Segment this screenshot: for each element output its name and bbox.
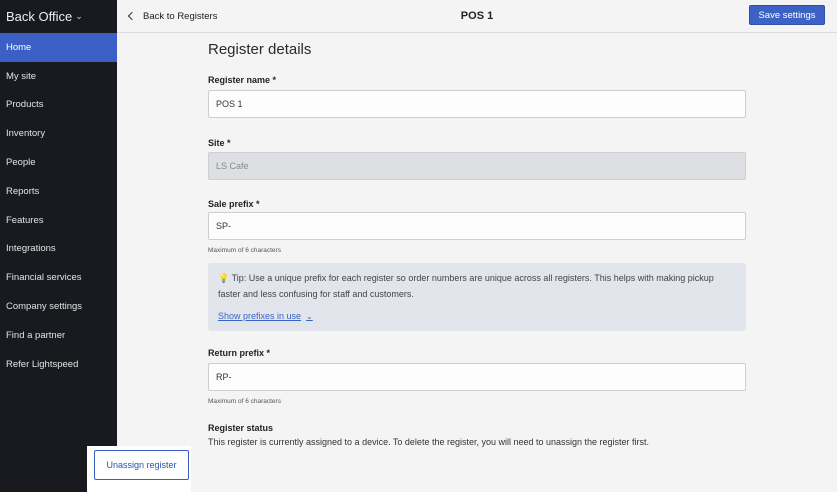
register-name-input[interactable]: POS 1 bbox=[208, 90, 746, 118]
section-heading: Register details bbox=[208, 41, 312, 58]
chevron-down-icon: ⌄ bbox=[75, 11, 83, 21]
main-content: Register details Register name * POS 1 S… bbox=[117, 33, 837, 492]
tip-text: 💡 Tip: Use a unique prefix for each regi… bbox=[218, 271, 738, 302]
brand-menu[interactable]: Back Office ⌄ bbox=[0, 0, 117, 33]
return-prefix-value: RP- bbox=[216, 372, 232, 382]
return-prefix-label: Return prefix * bbox=[208, 348, 271, 358]
sidebar-item-label: Home bbox=[6, 41, 32, 53]
register-status-label: Register status bbox=[208, 423, 274, 433]
sale-prefix-hint: Maximum of 6 characters bbox=[208, 247, 281, 254]
return-prefix-hint: Maximum of 6 characters bbox=[208, 398, 281, 405]
sidebar-item-products[interactable]: Products bbox=[0, 91, 117, 120]
page-title: POS 1 bbox=[460, 10, 494, 22]
sidebar-item-reports[interactable]: Reports bbox=[0, 177, 117, 206]
sidebar-item-label: Inventory bbox=[6, 128, 46, 140]
sidebar-item-label: Products bbox=[6, 99, 44, 111]
lightbulb-icon: 💡 bbox=[218, 273, 230, 283]
sidebar-item-people[interactable]: People bbox=[0, 148, 117, 177]
sidebar-item-label: Financial services bbox=[6, 272, 82, 284]
tip-message: Tip: Use a unique prefix for each regist… bbox=[218, 273, 714, 299]
chevron-down-icon: ⌄ bbox=[306, 311, 313, 321]
top-bar: POS 1 Back to Registers Save settings bbox=[117, 0, 837, 33]
sidebar-item-label: My site bbox=[6, 70, 37, 82]
sidebar-item-features[interactable]: Features bbox=[0, 206, 117, 235]
show-prefixes-link[interactable]: Show prefixes in use ⌄ bbox=[218, 311, 313, 321]
back-label: Back to Registers bbox=[143, 10, 218, 22]
return-prefix-input[interactable]: RP- bbox=[208, 363, 746, 391]
sidebar-item-inventory[interactable]: Inventory bbox=[0, 119, 117, 148]
sidebar-item-label: People bbox=[6, 157, 36, 169]
sidebar-item-label: Reports bbox=[6, 185, 40, 197]
sidebar-item-label: Refer Lightspeed bbox=[6, 358, 79, 370]
sidebar-item-company-settings[interactable]: Company settings bbox=[0, 292, 117, 321]
unassign-register-button[interactable]: Unassign register bbox=[94, 450, 189, 480]
chevron-left-icon bbox=[127, 11, 137, 21]
site-field: LS Cafe bbox=[208, 152, 746, 180]
save-settings-button[interactable]: Save settings bbox=[749, 5, 825, 25]
sidebar-item-find-a-partner[interactable]: Find a partner bbox=[0, 321, 117, 350]
site-label: Site * bbox=[208, 138, 231, 148]
register-name-label: Register name * bbox=[208, 75, 277, 85]
prefix-tip-box: 💡 Tip: Use a unique prefix for each regi… bbox=[208, 263, 746, 331]
sidebar: Back Office ⌄ Home My site Products Inve… bbox=[0, 0, 117, 492]
sidebar-item-label: Integrations bbox=[6, 243, 56, 255]
sidebar-item-my-site[interactable]: My site bbox=[0, 62, 117, 91]
sidebar-item-label: Features bbox=[6, 214, 44, 226]
sale-prefix-label: Sale prefix * bbox=[208, 199, 260, 209]
show-prefixes-label: Show prefixes in use bbox=[218, 311, 302, 321]
register-name-value: POS 1 bbox=[216, 99, 243, 109]
brand-label: Back Office bbox=[6, 9, 73, 24]
register-status-text: This register is currently assigned to a… bbox=[208, 437, 650, 447]
back-to-registers-link[interactable]: Back to Registers bbox=[126, 0, 217, 32]
sale-prefix-value: SP- bbox=[216, 221, 232, 231]
site-value: LS Cafe bbox=[216, 161, 249, 171]
sidebar-item-label: Company settings bbox=[6, 301, 83, 313]
sidebar-item-home[interactable]: Home bbox=[0, 33, 117, 62]
sidebar-item-integrations[interactable]: Integrations bbox=[0, 235, 117, 264]
unassign-button-container: Unassign register bbox=[87, 446, 191, 492]
sidebar-item-label: Find a partner bbox=[6, 329, 66, 341]
sale-prefix-input[interactable]: SP- bbox=[208, 212, 746, 240]
sidebar-item-financial-services[interactable]: Financial services bbox=[0, 263, 117, 292]
sidebar-item-refer-lightspeed[interactable]: Refer Lightspeed bbox=[0, 350, 117, 379]
